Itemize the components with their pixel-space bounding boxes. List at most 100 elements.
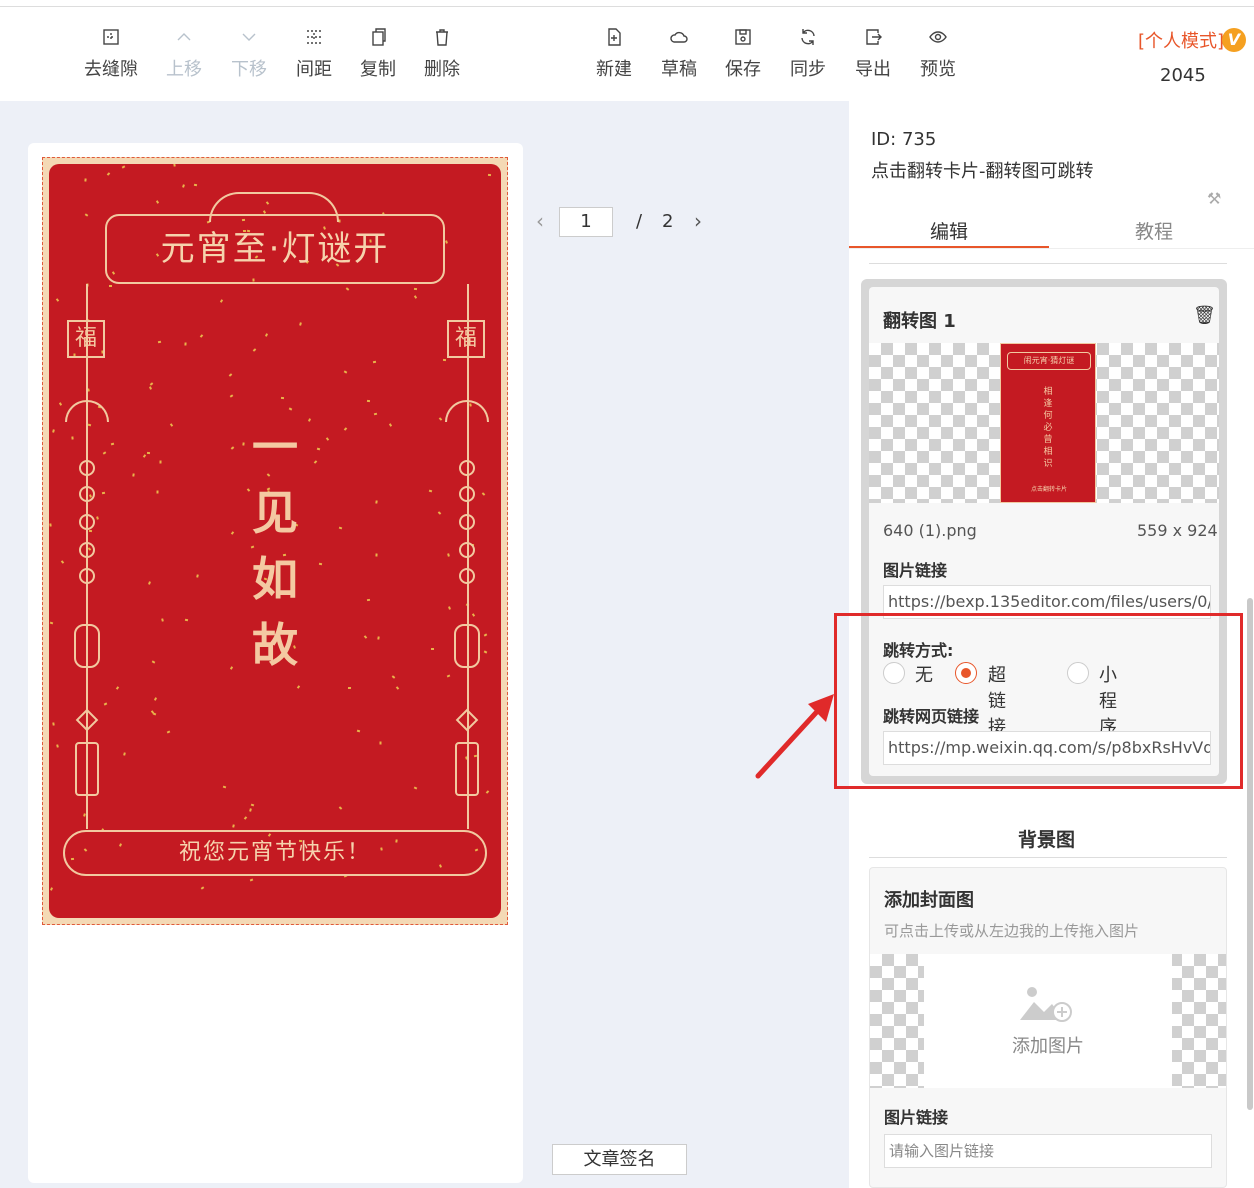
confetti-speck: [184, 342, 187, 346]
cover-link-input[interactable]: 请输入图片链接: [884, 1134, 1212, 1168]
save-button[interactable]: 保存: [711, 27, 775, 81]
personal-mode-link[interactable]: [个人模式]: [1138, 27, 1224, 53]
confetti-speck: [106, 172, 111, 176]
confetti-speck: [230, 531, 235, 535]
confetti-speck: [481, 492, 486, 496]
export-button[interactable]: 导出: [841, 27, 905, 81]
confetti-speck: [232, 824, 235, 828]
coin-ornament: [79, 568, 95, 584]
fan-ornament-left: [65, 400, 109, 422]
confetti-speck: [338, 806, 343, 810]
move-down-button[interactable]: 下移: [217, 27, 281, 81]
diamond-ornament: [75, 708, 99, 732]
confetti-speck: [338, 526, 343, 530]
confetti-speck: [288, 407, 293, 411]
editor-workspace: 元宵至·灯谜开 福 福 一 见 如 故 祝您元宵节快乐！ ‹ 1 / 2 › 文…: [0, 101, 849, 1188]
confetti-speck: [343, 427, 348, 431]
confetti-speck: [102, 451, 107, 455]
vertical-char: 见: [252, 486, 298, 540]
copy-button[interactable]: 复制: [346, 27, 410, 81]
coin-ornament: [459, 486, 475, 502]
fu-ornament-left: 福: [67, 320, 105, 358]
confetti-speck: [343, 370, 348, 374]
export-label: 导出: [855, 59, 891, 80]
article-signature-button[interactable]: 文章签名: [552, 1144, 687, 1175]
coin-ornament: [79, 514, 95, 530]
confetti-speck: [199, 334, 204, 338]
flip-card-front[interactable]: 元宵至·灯谜开 福 福 一 见 如 故 祝您元宵节快乐！: [49, 164, 501, 918]
confetti-speck: [200, 886, 205, 890]
confetti-speck: [299, 322, 302, 326]
confetti-speck: [446, 674, 451, 678]
thumb-footer: 点击翻转卡片: [1030, 486, 1067, 493]
grid-gap-icon: [100, 27, 122, 49]
vip-badge[interactable]: V: [1222, 28, 1246, 52]
vertical-char: 故: [252, 618, 298, 672]
panel-tabs: 编辑 教程: [849, 207, 1254, 249]
remove-gap-label: 去缝隙: [84, 59, 138, 80]
confetti-speck: [222, 785, 227, 789]
flip-image-title: 翻转图 1: [883, 311, 956, 332]
flip-card-selection[interactable]: 元宵至·灯谜开 福 福 一 见 如 故 祝您元宵节快乐！: [42, 157, 508, 925]
preview-button[interactable]: 预览: [906, 27, 970, 81]
section-divider: [869, 263, 1227, 264]
cover-hint: 可点击上传或从左边我的上传拖入图片: [884, 922, 1140, 940]
template-description: 点击翻转卡片-翻转图可跳转: [871, 161, 1094, 182]
confetti-speck: [363, 635, 368, 639]
confetti-speck: [88, 529, 93, 533]
copy-icon: [367, 27, 389, 49]
confetti-speck: [413, 295, 418, 299]
confetti-speck: [318, 562, 323, 566]
flip-image-preview[interactable]: 闹元宵·猜灯谜 相逢何必曾相识 点击翻转卡片: [869, 343, 1219, 503]
template-id: ID: 735: [871, 129, 937, 150]
diamond-ornament: [455, 708, 479, 732]
coin-ornament: [79, 542, 95, 558]
fu-ornament-right: 福: [447, 320, 485, 358]
preview-label: 预览: [920, 59, 956, 80]
draft-button[interactable]: 草稿: [647, 27, 711, 81]
confetti-speck: [428, 489, 433, 493]
save-icon: [732, 27, 754, 49]
card-footer: 祝您元宵节快乐！: [63, 830, 487, 876]
file-name: 640 (1).png: [883, 521, 977, 540]
page-separator: /: [636, 211, 643, 232]
confetti-speck: [437, 511, 442, 515]
page-number-input[interactable]: 1: [559, 207, 613, 237]
vertical-char: 一: [252, 420, 298, 474]
spacing-button[interactable]: 间距: [282, 27, 346, 81]
confetti-speck: [377, 636, 380, 640]
confetti-speck: [249, 878, 254, 882]
confetti-speck: [307, 418, 312, 422]
delete-button[interactable]: 删除: [410, 27, 474, 81]
trash-icon[interactable]: 🗑: [1193, 305, 1216, 326]
confetti-speck: [252, 348, 257, 352]
confetti-speck: [438, 417, 443, 421]
confetti-speck: [84, 178, 87, 182]
confetti-speck: [379, 741, 382, 745]
tools-icon[interactable]: ⚒: [1207, 189, 1221, 208]
next-page-icon[interactable]: ›: [694, 209, 702, 233]
move-up-button[interactable]: 上移: [152, 27, 216, 81]
confetti-speck: [84, 213, 89, 217]
confetti-speck: [182, 184, 185, 188]
confetti-speck: [447, 553, 450, 557]
panel-scrollbar[interactable]: [1247, 598, 1253, 1110]
tab-edit[interactable]: 编辑: [849, 217, 1049, 244]
confetti-speck: [161, 618, 164, 622]
article-canvas: 元宵至·灯谜开 福 福 一 见 如 故 祝您元宵节快乐！: [28, 143, 523, 1183]
annotation-highlight-box: [834, 613, 1243, 789]
confetti-speck: [193, 183, 198, 187]
confetti-speck: [375, 500, 378, 504]
remove-gap-button[interactable]: 去缝隙: [79, 27, 143, 81]
confetti-speck: [375, 553, 378, 557]
prev-page-icon[interactable]: ‹: [536, 209, 544, 233]
new-button[interactable]: 新建: [582, 27, 646, 81]
firecracker-ornament-left: [75, 742, 99, 796]
confetti-speck: [228, 373, 233, 377]
tab-tutorial[interactable]: 教程: [1054, 217, 1254, 244]
sync-button[interactable]: 同步: [776, 27, 840, 81]
lantern-ornament-right: [454, 624, 480, 668]
add-image-dropzone[interactable]: 添加图片: [870, 954, 1226, 1088]
annotation-arrow-icon: [755, 694, 834, 779]
confetti-speck: [169, 423, 174, 427]
